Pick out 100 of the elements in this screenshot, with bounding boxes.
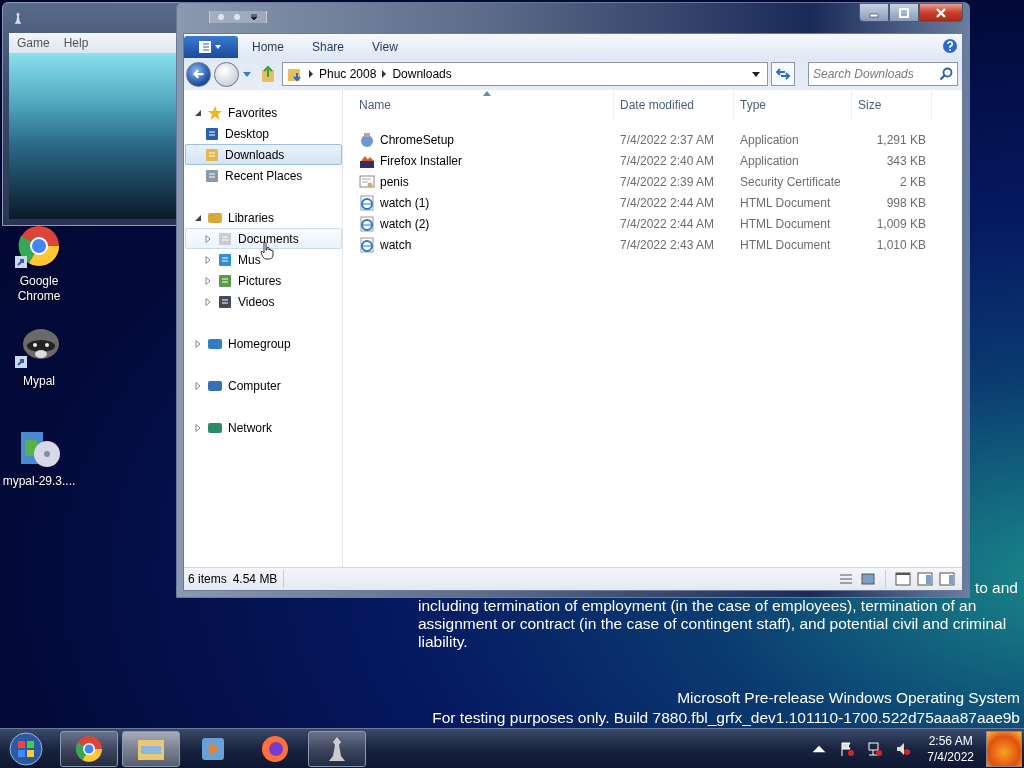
- item-count: 6 items: [188, 572, 227, 586]
- chess-piece-icon: [13, 11, 23, 25]
- caret-icon[interactable]: [751, 70, 761, 78]
- nav-item[interactable]: Mus: [185, 249, 342, 270]
- menu-item[interactable]: Game: [17, 36, 50, 50]
- file-row[interactable]: Firefox Installer 7/4/2022 2:40 AM Application 343 KB: [353, 150, 962, 171]
- ribbon-tab[interactable]: Share: [298, 40, 359, 58]
- toolbar-dot-icon[interactable]: [234, 14, 240, 20]
- file-row[interactable]: watch (1) 7/4/2022 2:44 AM HTML Document 998 KB: [353, 192, 962, 213]
- column-header[interactable]: Name: [353, 90, 614, 120]
- refresh-icon: [775, 66, 791, 82]
- chevron-icon[interactable]: [381, 70, 388, 78]
- breadcrumb-item[interactable]: Downloads: [392, 67, 452, 81]
- build-info-text: For testing purposes only. Build 7880.fbl_grfx_dev1.101110-1700.522d75aaa87aae9b: [432, 708, 1020, 728]
- collapsed-arrow-icon[interactable]: [194, 423, 202, 432]
- column-header[interactable]: Type: [734, 90, 852, 120]
- thumbnail-view-icon[interactable]: [860, 572, 876, 586]
- sort-arrow-icon: [483, 91, 491, 96]
- nav-group-label[interactable]: Network: [228, 420, 272, 435]
- table-cell-text: 2 KB: [899, 174, 927, 189]
- collapsed-arrow-icon[interactable]: [204, 234, 212, 243]
- expanded-arrow-icon[interactable]: [194, 213, 202, 222]
- breadcrumb-item[interactable]: Phuc 2008: [319, 67, 377, 81]
- collapsed-arrow-icon[interactable]: [204, 255, 212, 264]
- collapsed-arrow-icon[interactable]: [204, 276, 212, 285]
- maximize-icon: [898, 7, 910, 18]
- clock-date: 7/4/2022: [927, 748, 974, 765]
- file-menu-button[interactable]: [184, 36, 238, 58]
- setup-icon: [359, 131, 375, 148]
- details-pane-icon[interactable]: [939, 572, 955, 586]
- column-header[interactable]: Date modified: [614, 90, 734, 120]
- firefox-icon: [260, 733, 290, 764]
- chevron-icon[interactable]: [308, 70, 314, 78]
- up-folder-icon[interactable]: [259, 65, 277, 83]
- search-field[interactable]: Search Downloads: [808, 62, 958, 86]
- flag-icon[interactable]: [839, 740, 856, 757]
- refresh-button[interactable]: [771, 62, 795, 86]
- documents-icon: [217, 230, 233, 247]
- desktop-icon-label[interactable]: Mypal: [23, 374, 55, 389]
- web-page-icon: [359, 194, 375, 211]
- collapsed-arrow-icon[interactable]: [194, 339, 202, 348]
- table-cell-text: 7/4/2022 2:37 AM: [619, 132, 716, 147]
- nav-item[interactable]: Downloads: [185, 144, 342, 165]
- table-cell-text: 1,009 KB: [875, 216, 927, 231]
- file-row[interactable]: watch (2) 7/4/2022 2:44 AM HTML Document 1,009 KB: [353, 213, 962, 234]
- dropdown-arrow-icon[interactable]: [242, 70, 252, 78]
- back-button[interactable]: [186, 61, 211, 87]
- nav-group-label[interactable]: Homegroup: [228, 336, 291, 351]
- file-row[interactable]: ChromeSetup 7/4/2022 2:37 AM Application 1,291 KB: [353, 129, 962, 150]
- file-row[interactable]: penis 7/4/2022 2:39 AM Security Certificate 2 KB: [353, 171, 962, 192]
- column-header[interactable]: Size: [852, 90, 932, 120]
- file-name: penis: [380, 174, 409, 189]
- taskbar-explorer-button[interactable]: [122, 730, 180, 767]
- file-row[interactable]: watch 7/4/2022 2:43 AM HTML Document 1,010 KB: [353, 234, 962, 255]
- table-cell-text: HTML Document: [739, 216, 832, 231]
- search-icon[interactable]: [939, 67, 953, 81]
- taskbar-chess-button[interactable]: [308, 730, 366, 767]
- nav-item[interactable]: Desktop: [185, 123, 342, 144]
- nav-item[interactable]: Videos: [185, 291, 342, 312]
- file-name: watch (2): [380, 216, 430, 231]
- menu-item[interactable]: Help: [63, 36, 89, 50]
- preview-pane-icon[interactable]: [917, 572, 933, 586]
- collapsed-arrow-icon[interactable]: [194, 381, 202, 390]
- minimize-button[interactable]: [859, 3, 889, 22]
- file-name: ChromeSetup: [380, 132, 455, 147]
- hand-cursor-icon: [260, 242, 274, 260]
- desktop-icon-label[interactable]: Google Chrome: [0, 274, 78, 304]
- web-page-icon: [359, 215, 375, 232]
- table-cell-text: 7/4/2022 2:44 AM: [619, 195, 716, 210]
- start-button[interactable]: [8, 730, 44, 767]
- photo-placeholder[interactable]: [986, 730, 1022, 767]
- taskbar-chrome-button[interactable]: [60, 730, 118, 767]
- close-button[interactable]: [919, 3, 963, 22]
- ribbon-tab[interactable]: View: [358, 40, 412, 58]
- maximize-button[interactable]: [889, 3, 919, 22]
- desktop-icon-label[interactable]: mypal-29.3....: [2, 474, 76, 489]
- clock-time: 2:56 AM: [928, 732, 973, 749]
- pane-layout-icon[interactable]: [895, 572, 911, 586]
- build-info-text: Microsoft Pre-release Windows Operating System: [677, 688, 1020, 708]
- nav-item[interactable]: Documents: [185, 228, 342, 249]
- help-icon[interactable]: [942, 38, 958, 54]
- expanded-arrow-icon[interactable]: [194, 108, 202, 117]
- toolbar-dot-icon[interactable]: [218, 14, 224, 20]
- nav-group-label[interactable]: Libraries: [228, 210, 275, 225]
- nav-group-label[interactable]: Computer: [228, 378, 281, 393]
- nav-item[interactable]: Recent Places: [185, 165, 342, 186]
- clock[interactable]: 2:56 AM 7/4/2022: [919, 732, 982, 765]
- recent-icon: [204, 167, 220, 184]
- desktop-icon: [204, 125, 220, 142]
- table-cell-text: 1,010 KB: [875, 237, 927, 252]
- pictures-icon: [217, 272, 233, 289]
- collapsed-arrow-icon[interactable]: [204, 297, 212, 306]
- caret-icon[interactable]: [250, 13, 258, 21]
- table-cell-text: Application: [739, 153, 800, 168]
- nav-group-label[interactable]: Favorites: [228, 105, 278, 120]
- ribbon-tab[interactable]: Home: [238, 40, 298, 58]
- table-cell-text: 7/4/2022 2:39 AM: [619, 174, 716, 189]
- menu-icon: [198, 40, 224, 54]
- nav-item[interactable]: Pictures: [185, 270, 342, 291]
- address-bar[interactable]: Phuc 2008 Downloads: [282, 62, 768, 86]
